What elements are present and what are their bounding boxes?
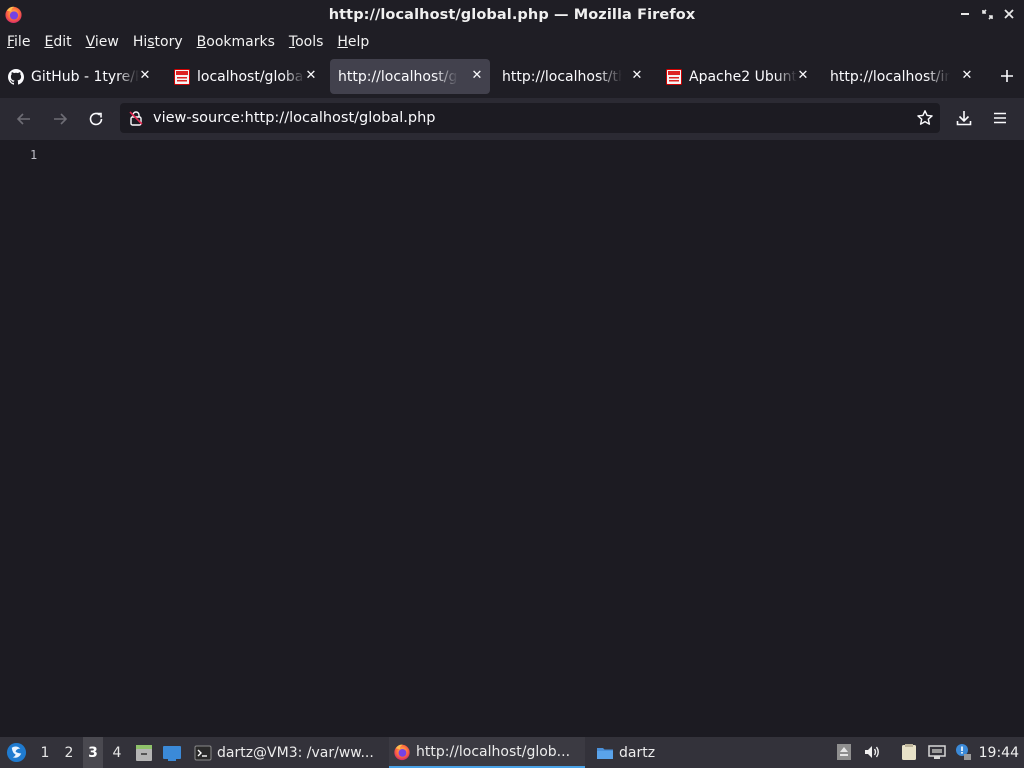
tab-label: http://localhost/the	[502, 68, 622, 85]
tab-localhost-global[interactable]: localhost/global ✕	[166, 59, 324, 94]
tab-localhost-ind[interactable]: http://localhost/ind ✕	[822, 59, 980, 94]
menu-edit[interactable]: Edit	[44, 34, 71, 50]
new-tab-icon[interactable]	[1000, 66, 1014, 86]
updates-tray-icon[interactable]	[835, 743, 853, 761]
task-label: dartz	[619, 744, 656, 761]
firefox-logo-icon	[5, 6, 22, 24]
back-arrow-icon[interactable]	[14, 109, 34, 129]
tab-active-global-php[interactable]: http://localhost/glo ✕	[330, 59, 490, 94]
bookmark-star-icon[interactable]	[916, 109, 934, 127]
menu-tools[interactable]: Tools	[289, 34, 324, 50]
downloads-icon[interactable]	[955, 109, 973, 127]
workspace-3[interactable]: 3	[83, 737, 103, 768]
desktop-icon[interactable]	[162, 743, 182, 763]
clock[interactable]: 19:44	[979, 737, 1019, 768]
workspace-4[interactable]: 4	[107, 737, 127, 768]
window-titlebar: http://localhost/global.php — Mozilla Fi…	[0, 0, 1024, 29]
reload-icon[interactable]	[86, 109, 106, 129]
url-text[interactable]: view-source:http://localhost/global.php	[153, 110, 435, 126]
notification-icon[interactable]	[954, 743, 972, 761]
start-menu-icon[interactable]	[6, 742, 27, 763]
network-icon[interactable]	[928, 743, 946, 761]
menu-help[interactable]: Help	[337, 34, 369, 50]
minimize-icon[interactable]	[956, 5, 974, 23]
apache-icon	[174, 68, 190, 85]
volume-icon[interactable]	[863, 743, 881, 761]
tab-close-icon[interactable]: ✕	[960, 68, 974, 84]
tab-strip: GitHub - 1tyre/R ✕ localhost/global ✕ ht…	[0, 55, 1024, 98]
task-label: dartz@VM3: /var/ww...	[217, 744, 374, 761]
tab-label: localhost/global	[197, 68, 305, 85]
url-bar[interactable]: view-source:http://localhost/global.php	[120, 103, 940, 133]
menu-bar: File Edit View History Bookmarks Tools H…	[0, 29, 1024, 55]
tab-label: http://localhost/ind	[830, 68, 950, 85]
window-controls	[956, 5, 1018, 23]
tab-close-icon[interactable]: ✕	[470, 68, 484, 84]
tab-close-icon[interactable]: ✕	[796, 68, 810, 84]
menu-file[interactable]: File	[7, 34, 30, 50]
workspace-1[interactable]: 1	[35, 737, 55, 768]
menu-bookmarks[interactable]: Bookmarks	[197, 34, 275, 50]
tab-close-icon[interactable]: ✕	[138, 68, 152, 84]
view-source-content: 1	[0, 140, 1024, 737]
tab-close-icon[interactable]: ✕	[304, 68, 318, 84]
task-terminal[interactable]: dartz@VM3: /var/ww...	[190, 737, 382, 768]
task-label: http://localhost/glob...	[416, 743, 571, 760]
restore-icon[interactable]	[978, 5, 996, 23]
tab-label: Apache2 Ubuntu	[689, 68, 797, 85]
folder-icon	[597, 747, 613, 759]
taskbar: 1 2 3 4 dartz@VM3: /var/ww... http://loc…	[0, 737, 1024, 768]
line-number: 1	[30, 148, 38, 162]
app-menu-icon[interactable]	[991, 109, 1009, 127]
tab-label: http://localhost/glo	[338, 68, 458, 85]
github-icon	[8, 68, 24, 85]
menu-view[interactable]: View	[86, 34, 119, 50]
workspace-2[interactable]: 2	[59, 737, 79, 768]
terminal-icon	[194, 745, 212, 760]
tab-label: GitHub - 1tyre/R	[31, 68, 139, 85]
tab-localhost-the[interactable]: http://localhost/the ✕	[494, 59, 650, 94]
task-files[interactable]: dartz	[592, 737, 662, 768]
window-title: http://localhost/global.php — Mozilla Fi…	[328, 6, 696, 23]
close-icon[interactable]	[1000, 5, 1018, 23]
file-manager-launcher-icon[interactable]	[134, 743, 154, 763]
tab-github[interactable]: GitHub - 1tyre/R ✕	[0, 59, 158, 94]
firefox-icon	[394, 744, 410, 760]
tab-apache2-ubuntu[interactable]: Apache2 Ubuntu ✕	[658, 59, 816, 94]
menu-history[interactable]: History	[133, 34, 183, 50]
forward-arrow-icon[interactable]	[50, 109, 70, 129]
insecure-lock-icon[interactable]	[128, 110, 144, 126]
tab-close-icon[interactable]: ✕	[630, 68, 644, 84]
task-firefox[interactable]: http://localhost/glob...	[389, 737, 585, 768]
clipboard-icon[interactable]	[900, 743, 918, 761]
navigation-bar: view-source:http://localhost/global.php	[0, 98, 1024, 140]
apache-icon	[666, 68, 682, 85]
